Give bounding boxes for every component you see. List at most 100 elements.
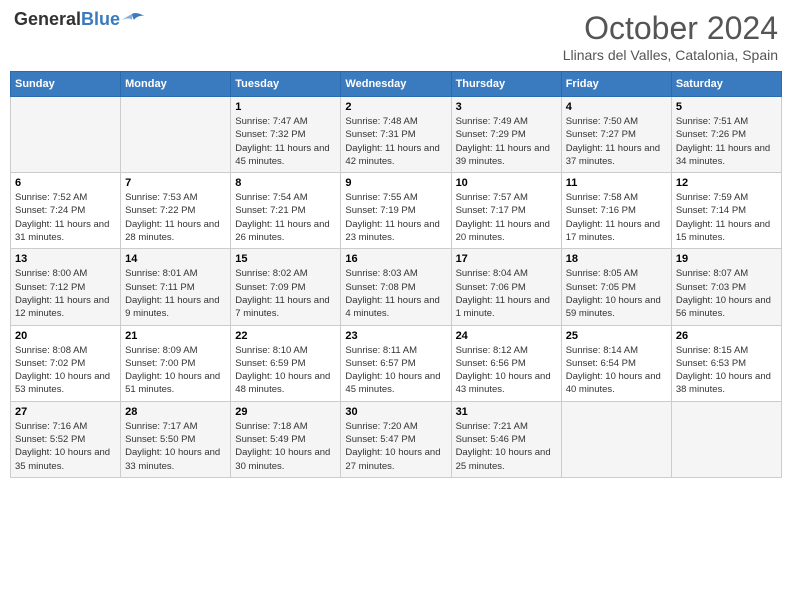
calendar-week-row: 20Sunrise: 8:08 AMSunset: 7:02 PMDayligh… — [11, 325, 782, 401]
day-number: 27 — [15, 406, 116, 418]
day-number: 2 — [345, 101, 446, 113]
calendar-day-cell: 24Sunrise: 8:12 AMSunset: 6:56 PMDayligh… — [451, 325, 561, 401]
day-number: 1 — [235, 101, 336, 113]
logo-bird-icon — [122, 12, 144, 28]
weekday-header-row: SundayMondayTuesdayWednesdayThursdayFrid… — [11, 72, 782, 97]
weekday-header-cell: Wednesday — [341, 72, 451, 97]
calendar-day-cell: 7 Sunrise: 7:53 AMSunset: 7:22 PMDaylight… — [121, 173, 231, 249]
calendar-body: 1 Sunrise: 7:47 AMSunset: 7:32 PMDaylight… — [11, 97, 782, 478]
calendar-week-row: 13 Sunrise: 8:00 AMSunset: 7:12 PMDayligh… — [11, 249, 782, 325]
calendar-day-cell: 4 Sunrise: 7:50 AMSunset: 7:27 PMDaylight… — [561, 97, 671, 173]
calendar-day-cell: 17Sunrise: 8:04 AMSunset: 7:06 PMDayligh… — [451, 249, 561, 325]
calendar-day-cell: 29 Sunrise: 7:18 AMSunset: 5:49 PMDayligh… — [231, 401, 341, 477]
day-detail: Sunrise: 7:20 AMSunset: 5:47 PMDaylight:… — [345, 421, 440, 472]
day-detail: Sunrise: 8:00 AMSunset: 7:12 PMDaylight:… — [15, 268, 109, 319]
day-number: 20 — [15, 330, 116, 342]
calendar-day-cell: 6Sunrise: 7:52 AMSunset: 7:24 PMDaylight… — [11, 173, 121, 249]
day-number: 25 — [566, 330, 667, 342]
day-detail: Sunrise: 8:02 AMSunset: 7:09 PMDaylight:… — [235, 268, 329, 319]
calendar-day-cell: 15 Sunrise: 8:02 AMSunset: 7:09 PMDayligh… — [231, 249, 341, 325]
calendar-day-cell: 14 Sunrise: 8:01 AMSunset: 7:11 PMDayligh… — [121, 249, 231, 325]
day-detail: Sunrise: 8:07 AMSunset: 7:03 PMDaylight:… — [676, 268, 771, 319]
weekday-header-cell: Monday — [121, 72, 231, 97]
month-title: October 2024 — [563, 10, 778, 47]
calendar-week-row: 27 Sunrise: 7:16 AMSunset: 5:52 PMDayligh… — [11, 401, 782, 477]
day-number: 18 — [566, 253, 667, 265]
day-detail: Sunrise: 8:01 AMSunset: 7:11 PMDaylight:… — [125, 268, 219, 319]
calendar-day-cell: 9Sunrise: 7:55 AMSunset: 7:19 PMDaylight… — [341, 173, 451, 249]
day-number: 16 — [345, 253, 446, 265]
calendar-day-cell: 22 Sunrise: 8:10 AMSunset: 6:59 PMDayligh… — [231, 325, 341, 401]
day-number: 26 — [676, 330, 777, 342]
calendar-day-cell: 2 Sunrise: 7:48 AMSunset: 7:31 PMDaylight… — [341, 97, 451, 173]
day-detail: Sunrise: 8:10 AMSunset: 6:59 PMDaylight:… — [235, 345, 330, 396]
day-number: 29 — [235, 406, 336, 418]
day-detail: Sunrise: 7:52 AMSunset: 7:24 PMDaylight:… — [15, 192, 109, 243]
day-detail: Sunrise: 7:51 AMSunset: 7:26 PMDaylight:… — [676, 116, 770, 167]
day-number: 12 — [676, 177, 777, 189]
day-number: 3 — [456, 101, 557, 113]
weekday-header-cell: Thursday — [451, 72, 561, 97]
day-detail: Sunrise: 8:05 AMSunset: 7:05 PMDaylight:… — [566, 268, 661, 319]
calendar-day-cell: 13 Sunrise: 8:00 AMSunset: 7:12 PMDayligh… — [11, 249, 121, 325]
day-detail: Sunrise: 7:58 AMSunset: 7:16 PMDaylight:… — [566, 192, 660, 243]
day-number: 19 — [676, 253, 777, 265]
day-detail: Sunrise: 7:59 AMSunset: 7:14 PMDaylight:… — [676, 192, 770, 243]
day-number: 8 — [235, 177, 336, 189]
day-detail: Sunrise: 7:47 AMSunset: 7:32 PMDaylight:… — [235, 116, 329, 167]
day-number: 7 — [125, 177, 226, 189]
day-number: 23 — [345, 330, 446, 342]
calendar-day-cell: 10Sunrise: 7:57 AMSunset: 7:17 PMDayligh… — [451, 173, 561, 249]
calendar-day-cell: 26 Sunrise: 8:15 AMSunset: 6:53 PMDayligh… — [671, 325, 781, 401]
calendar-day-cell: 28Sunrise: 7:17 AMSunset: 5:50 PMDayligh… — [121, 401, 231, 477]
day-detail: Sunrise: 7:21 AMSunset: 5:46 PMDaylight:… — [456, 421, 551, 472]
day-number: 31 — [456, 406, 557, 418]
calendar-day-cell — [11, 97, 121, 173]
calendar-day-cell: 11 Sunrise: 7:58 AMSunset: 7:16 PMDayligh… — [561, 173, 671, 249]
day-detail: Sunrise: 7:49 AMSunset: 7:29 PMDaylight:… — [456, 116, 550, 167]
title-block: October 2024 Llinars del Valles, Catalon… — [563, 10, 778, 63]
day-detail: Sunrise: 7:18 AMSunset: 5:49 PMDaylight:… — [235, 421, 330, 472]
calendar-day-cell: 31 Sunrise: 7:21 AMSunset: 5:46 PMDayligh… — [451, 401, 561, 477]
calendar-day-cell — [121, 97, 231, 173]
calendar-day-cell: 5 Sunrise: 7:51 AMSunset: 7:26 PMDaylight… — [671, 97, 781, 173]
calendar-day-cell: 27 Sunrise: 7:16 AMSunset: 5:52 PMDayligh… — [11, 401, 121, 477]
day-number: 14 — [125, 253, 226, 265]
day-number: 5 — [676, 101, 777, 113]
day-detail: Sunrise: 7:53 AMSunset: 7:22 PMDaylight:… — [125, 192, 219, 243]
day-number: 24 — [456, 330, 557, 342]
page-header: GeneralBlue October 2024 Llinars del Val… — [10, 10, 782, 63]
day-number: 13 — [15, 253, 116, 265]
day-detail: Sunrise: 7:50 AMSunset: 7:27 PMDaylight:… — [566, 116, 660, 167]
day-detail: Sunrise: 8:15 AMSunset: 6:53 PMDaylight:… — [676, 345, 771, 396]
weekday-header-cell: Sunday — [11, 72, 121, 97]
day-number: 21 — [125, 330, 226, 342]
calendar-table: SundayMondayTuesdayWednesdayThursdayFrid… — [10, 71, 782, 478]
calendar-week-row: 1 Sunrise: 7:47 AMSunset: 7:32 PMDaylight… — [11, 97, 782, 173]
day-number: 4 — [566, 101, 667, 113]
day-detail: Sunrise: 7:17 AMSunset: 5:50 PMDaylight:… — [125, 421, 220, 472]
calendar-day-cell: 1 Sunrise: 7:47 AMSunset: 7:32 PMDaylight… — [231, 97, 341, 173]
day-number: 11 — [566, 177, 667, 189]
day-detail: Sunrise: 8:04 AMSunset: 7:06 PMDaylight:… — [456, 268, 550, 319]
logo-general: General — [14, 9, 81, 29]
day-number: 22 — [235, 330, 336, 342]
calendar-week-row: 6Sunrise: 7:52 AMSunset: 7:24 PMDaylight… — [11, 173, 782, 249]
day-detail: Sunrise: 7:57 AMSunset: 7:17 PMDaylight:… — [456, 192, 550, 243]
calendar-day-cell — [561, 401, 671, 477]
calendar-day-cell: 18 Sunrise: 8:05 AMSunset: 7:05 PMDayligh… — [561, 249, 671, 325]
day-detail: Sunrise: 7:48 AMSunset: 7:31 PMDaylight:… — [345, 116, 439, 167]
logo: GeneralBlue — [14, 10, 144, 30]
calendar-day-cell: 19 Sunrise: 8:07 AMSunset: 7:03 PMDayligh… — [671, 249, 781, 325]
weekday-header-cell: Saturday — [671, 72, 781, 97]
day-detail: Sunrise: 8:11 AMSunset: 6:57 PMDaylight:… — [345, 345, 440, 396]
day-detail: Sunrise: 7:16 AMSunset: 5:52 PMDaylight:… — [15, 421, 110, 472]
weekday-header-cell: Tuesday — [231, 72, 341, 97]
calendar-day-cell: 3 Sunrise: 7:49 AMSunset: 7:29 PMDaylight… — [451, 97, 561, 173]
day-detail: Sunrise: 7:54 AMSunset: 7:21 PMDaylight:… — [235, 192, 329, 243]
day-detail: Sunrise: 7:55 AMSunset: 7:19 PMDaylight:… — [345, 192, 439, 243]
calendar-day-cell: 30 Sunrise: 7:20 AMSunset: 5:47 PMDayligh… — [341, 401, 451, 477]
calendar-day-cell — [671, 401, 781, 477]
day-number: 30 — [345, 406, 446, 418]
day-number: 15 — [235, 253, 336, 265]
